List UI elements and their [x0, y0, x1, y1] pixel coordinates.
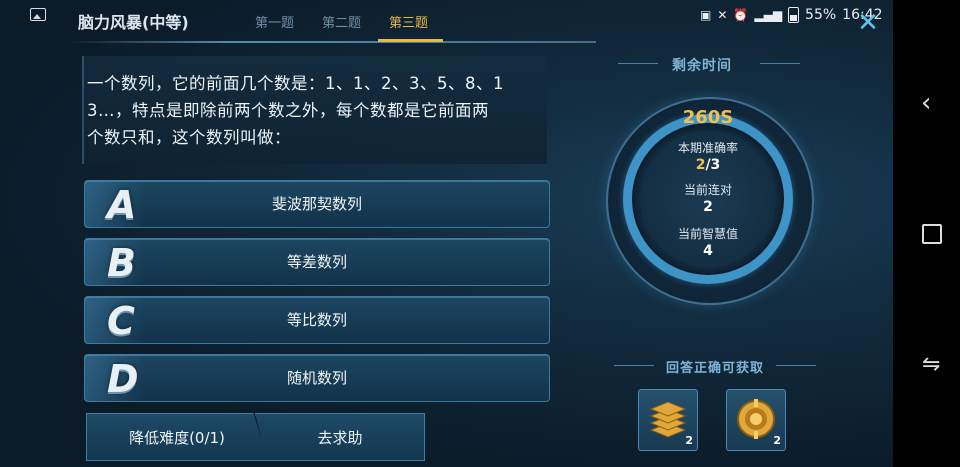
- option-text: 随机数列: [286, 369, 347, 387]
- header-divider: [66, 41, 596, 43]
- mute-icon: ✕: [717, 8, 728, 22]
- ask-help-label: 去求助: [317, 429, 363, 447]
- question-line: 个数只和，这个数列叫做：: [87, 128, 291, 147]
- divider: [618, 63, 658, 64]
- lower-difficulty-label: 降低难度(0/1): [129, 429, 225, 447]
- wisdom-label: 当前智慧值: [677, 227, 738, 241]
- accuracy-value: 2/3: [620, 157, 796, 173]
- alarm-icon: ⏰: [733, 8, 749, 22]
- option-text: 等比数列: [286, 311, 347, 329]
- question-line: 3…，特点是即除前两个数之外，每个数都是它前面两: [87, 101, 489, 120]
- reward-item[interactable]: 2: [638, 389, 698, 451]
- active-tab-indicator: [378, 39, 443, 42]
- battery-icon: [788, 7, 800, 23]
- streak-label: 当前连对: [683, 183, 732, 197]
- option-a-button[interactable]: A 斐波那契数列: [84, 180, 550, 228]
- close-icon[interactable]: ✕: [855, 10, 881, 36]
- tab-question-1[interactable]: 第一题: [255, 12, 294, 31]
- back-icon[interactable]: ‹: [921, 88, 931, 118]
- streak-value: 2: [703, 199, 713, 215]
- home-icon[interactable]: [922, 224, 942, 244]
- recent-apps-icon[interactable]: ⇋: [922, 352, 940, 377]
- reward-count: 2: [685, 434, 693, 447]
- timer-value: 260S: [682, 107, 734, 128]
- tab-question-2[interactable]: 第二题: [322, 12, 361, 31]
- reward-count: 2: [773, 434, 781, 447]
- question-text: 一个数列，它的前面几个数是：1、1、2、3、5、8、1 3…，特点是即除前两个数…: [87, 70, 542, 151]
- accuracy-label: 本期准确率: [677, 141, 738, 155]
- timer-title: 剩余时间: [672, 58, 732, 74]
- wisdom-value: 4: [703, 243, 713, 259]
- accuracy-total: /3: [705, 157, 721, 173]
- gallery-icon: [30, 8, 46, 21]
- divider: [760, 63, 800, 64]
- option-c-button[interactable]: C 等比数列: [84, 296, 550, 344]
- accuracy-correct: 2: [695, 157, 706, 173]
- signal-icon: ▂▄▆: [754, 8, 783, 22]
- question-line: 一个数列，它的前面几个数是：1、1、2、3、5、8、1: [87, 74, 504, 93]
- nfc-icon: ▣: [700, 8, 712, 22]
- option-d-button[interactable]: D 随机数列: [84, 354, 550, 402]
- reward-item[interactable]: 2: [726, 389, 786, 451]
- game-screen: ▣ ✕ ⏰ ▂▄▆ 55% 16:42 脑力风暴(中等) 第一题 第二题 第三题…: [0, 0, 893, 467]
- tab-question-3[interactable]: 第三题: [389, 12, 428, 31]
- reward-title: 回答正确可获取: [666, 361, 765, 376]
- option-text: 斐波那契数列: [271, 195, 362, 213]
- divider: [776, 365, 816, 366]
- ask-help-button[interactable]: 去求助: [255, 413, 425, 461]
- option-text: 等差数列: [286, 253, 347, 271]
- battery-percent: 55%: [805, 7, 837, 23]
- page-title: 脑力风暴(中等): [78, 13, 189, 32]
- divider: [614, 365, 654, 366]
- lower-difficulty-button[interactable]: 降低难度(0/1): [86, 413, 268, 461]
- option-b-button[interactable]: B 等差数列: [84, 238, 550, 286]
